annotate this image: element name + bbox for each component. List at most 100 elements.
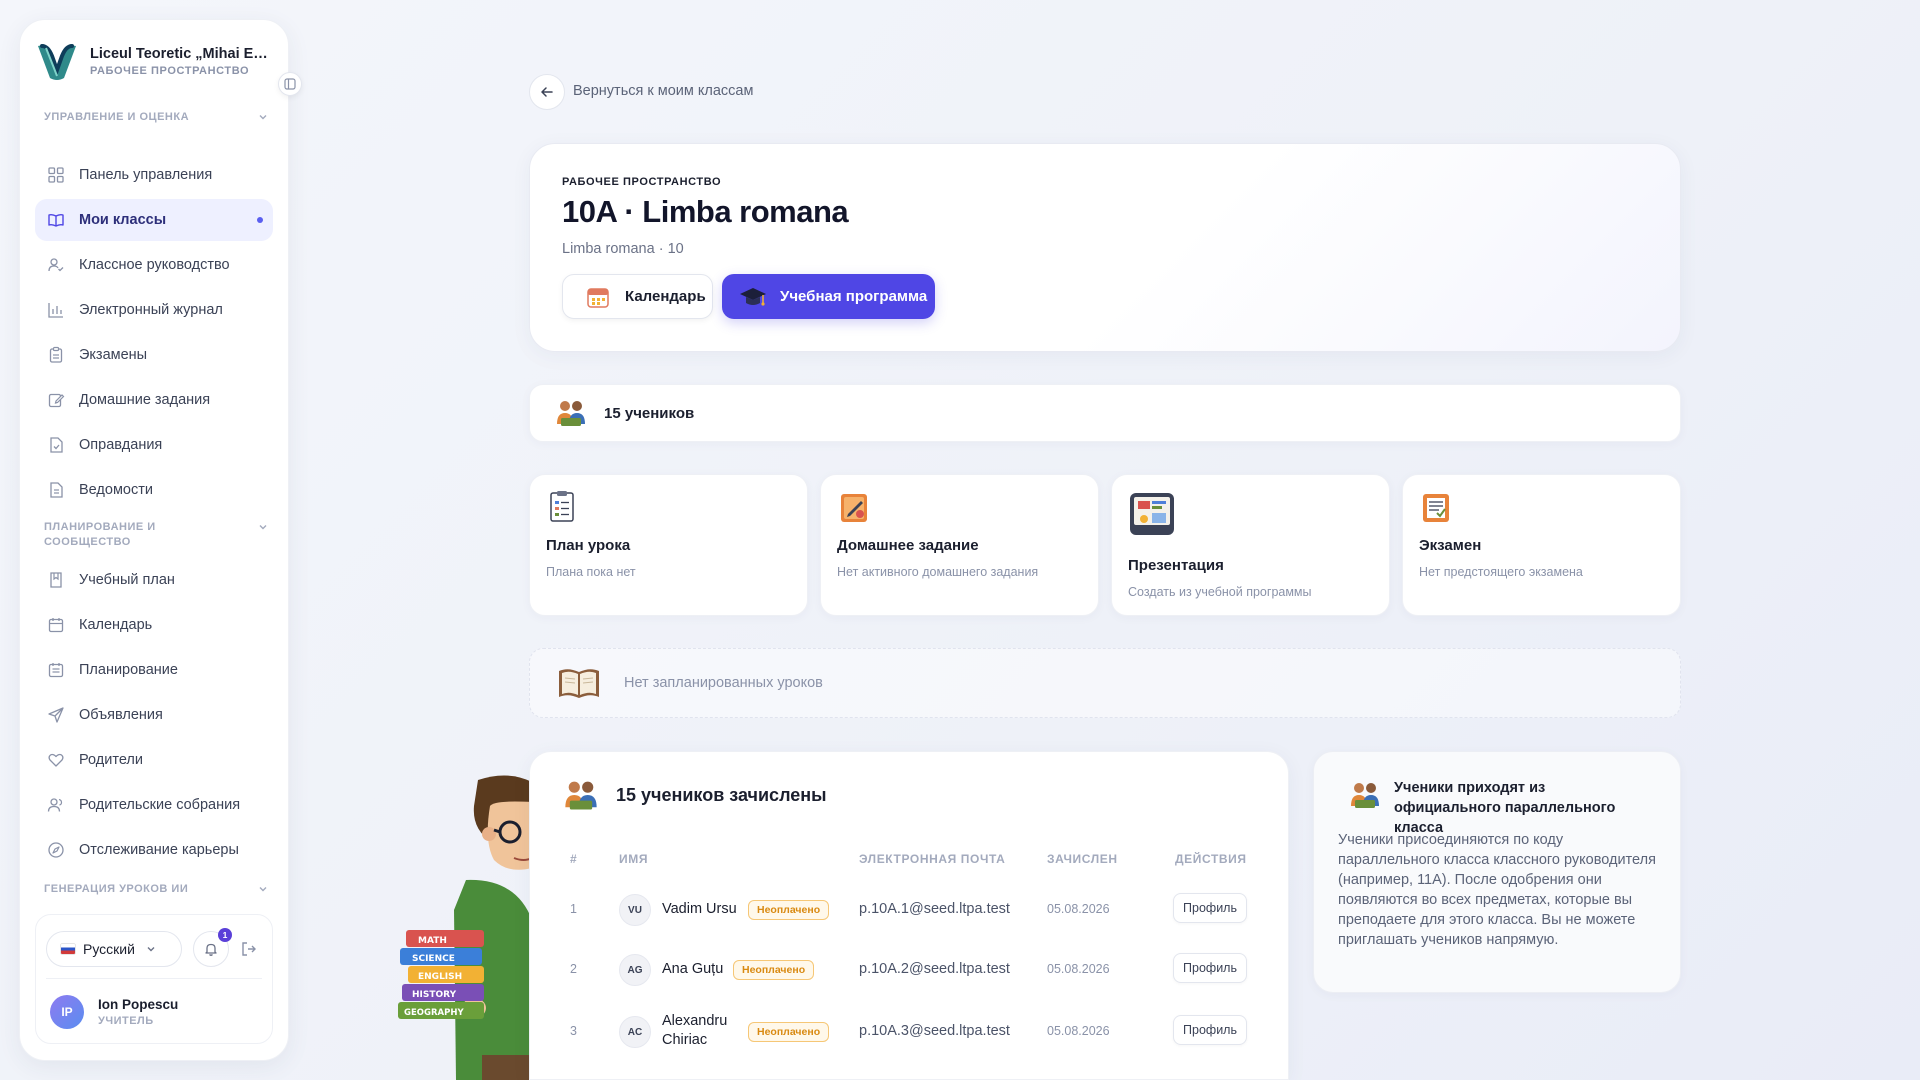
student-email: p.10A.1@seed.ltpa.test: [859, 901, 1010, 917]
user-avatar[interactable]: IP: [50, 995, 84, 1029]
user-name: Ion Popescu: [98, 997, 179, 1012]
row-number: 1: [570, 902, 577, 916]
unpaid-badge: Неоплачено: [733, 960, 815, 980]
sidebar-item-planning[interactable]: Планирование: [35, 649, 273, 691]
sidebar-item-my-classes[interactable]: Мои классы: [35, 199, 273, 241]
back-button[interactable]: [529, 74, 565, 110]
column-header-enrolled[interactable]: ЗАЧИСЛЕН: [1047, 852, 1118, 866]
sidebar-item-excuses[interactable]: Оправдания: [35, 424, 273, 466]
brand[interactable]: Liceul Teoretic „Mihai Eminescu” РАБОЧЕЕ…: [34, 38, 274, 84]
tile-homework[interactable]: Домашнее задание Нет активного домашнего…: [820, 474, 1099, 616]
notifications-button[interactable]: 1: [193, 928, 232, 967]
dashboard-icon: [48, 167, 64, 183]
calendar-list-icon: [48, 663, 64, 678]
profile-button[interactable]: Профиль: [1173, 953, 1247, 983]
section-header-planning[interactable]: ПЛАНИРОВАНИЕ И СООБЩЕСТВО: [44, 520, 269, 550]
file-text-icon: [50, 482, 63, 498]
enrolled-title: 15 учеников зачислены: [616, 784, 827, 805]
heart-icon: [48, 753, 64, 767]
graduation-cap-icon: [740, 287, 766, 306]
book-label: SCIENCE: [412, 954, 455, 964]
chevron-down-icon: [259, 887, 267, 892]
student-email: p.10A.3@seed.ltpa.test: [859, 1023, 1010, 1039]
student-name[interactable]: Ana Guțu: [662, 960, 723, 979]
user-role: УЧИТЕЛЬ: [98, 1015, 154, 1027]
book-label: MATH: [418, 936, 447, 946]
calendar-icon: [48, 618, 64, 633]
enrolled-header: 15 учеников зачислены: [562, 776, 827, 814]
language-select[interactable]: Русский: [46, 931, 182, 967]
tile-title: Презентация: [1128, 557, 1224, 574]
enrolled-date: 05.08.2026: [1047, 902, 1110, 916]
file-check-icon: [50, 437, 63, 453]
profile-button[interactable]: Профиль: [1173, 1015, 1247, 1045]
sidebar-item-calendar[interactable]: Календарь: [35, 604, 273, 646]
tile-title: Экзамен: [1419, 537, 1482, 554]
sidebar-item-curriculum[interactable]: Учебный план: [35, 559, 273, 601]
chevron-down-icon: [259, 115, 267, 120]
calendar-button[interactable]: Календарь: [562, 274, 713, 319]
tile-subtitle: Плана пока нет: [546, 565, 636, 579]
chevron-down-icon: [259, 525, 267, 530]
student-avatar: AG: [619, 954, 651, 986]
info-body: Ученики присоединяются по коду параллель…: [1338, 832, 1656, 948]
sidebar-item-gradebook[interactable]: Электронный журнал: [35, 289, 273, 331]
student-avatar: VU: [619, 894, 651, 926]
profile-button[interactable]: Профиль: [1173, 893, 1247, 923]
column-header-name[interactable]: ИМЯ: [619, 852, 648, 866]
class-header-card: РАБОЧЕЕ ПРОСТРАНСТВО 10A · Limba romana …: [529, 143, 1681, 352]
student-count-bar[interactable]: 15 учеников: [529, 384, 1681, 442]
open-book-icon: [559, 669, 599, 698]
students-group-icon: [1351, 783, 1379, 808]
unpaid-badge: Неоплачено: [748, 900, 830, 920]
sidebar-item-dashboard[interactable]: Панель управления: [35, 154, 273, 196]
sidebar-item-parent-meetings[interactable]: Родительские собрания: [35, 784, 273, 826]
teacher-mascot-illustration: MATH SCIENCE ENGLISH HISTORY GEOGRAPHY: [398, 775, 532, 1080]
enrolled-date: 05.08.2026: [1047, 962, 1110, 976]
book-icon: [50, 572, 62, 588]
panel-collapse-icon: [284, 78, 296, 90]
homework-icon: [841, 494, 867, 522]
sidebar: Liceul Teoretic „Mihai Eminescu” РАБОЧЕЕ…: [19, 19, 302, 1061]
sidebar-item-reports[interactable]: Ведомости: [35, 469, 273, 511]
enrolled-date: 05.08.2026: [1047, 1024, 1110, 1038]
tile-subtitle: Нет активного домашнего задания: [837, 565, 1039, 579]
tile-title: Домашнее задание: [837, 537, 979, 554]
arrow-left-icon: [541, 87, 553, 97]
sidebar-item-homework[interactable]: Домашние задания: [35, 379, 273, 421]
student-name[interactable]: Alexandru Chiriac: [662, 1012, 748, 1050]
student-email: p.10A.2@seed.ltpa.test: [859, 961, 1010, 977]
book-open-icon: [48, 213, 64, 227]
sidebar-item-announcements[interactable]: Объявления: [35, 694, 273, 736]
tile-presentation[interactable]: Презентация Создать из учебной программы: [1111, 474, 1390, 616]
no-scheduled-lessons: Нет запланированных уроков: [529, 648, 1681, 718]
tile-subtitle: Создать из учебной программы: [1128, 585, 1312, 599]
workspace-eyebrow: РАБОЧЕЕ ПРОСТРАНСТВО: [562, 176, 722, 188]
sidebar-collapse-button[interactable]: [278, 72, 302, 96]
school-name: Liceul Teoretic „Mihai Eminescu”: [90, 45, 270, 62]
tile-exam[interactable]: Экзамен Нет предстоящего экзамена: [1402, 474, 1681, 616]
sidebar-item-homeroom[interactable]: Классное руководство: [35, 244, 273, 286]
section-header-ai-lessons[interactable]: ГЕНЕРАЦИЯ УРОКОВ ИИ: [44, 882, 269, 897]
school-logo-icon: [38, 44, 76, 80]
send-icon: [48, 707, 64, 723]
curriculum-button[interactable]: Учебная программа: [722, 274, 935, 319]
book-label: HISTORY: [412, 990, 457, 1000]
tile-lesson-plan[interactable]: План урока Плана пока нет: [529, 474, 808, 616]
sidebar-item-exams[interactable]: Экзамены: [35, 334, 273, 376]
column-header-email[interactable]: ЭЛЕКТРОННАЯ ПОЧТА: [859, 852, 1005, 866]
back-link[interactable]: Вернуться к моим классам: [573, 83, 753, 99]
notification-count-badge: 1: [218, 928, 232, 942]
tile-subtitle: Нет предстоящего экзамена: [1419, 565, 1583, 579]
logout-icon[interactable]: [239, 939, 259, 959]
tile-title: План урока: [546, 537, 631, 554]
lesson-plan-icon: [550, 491, 574, 522]
students-group-icon: [565, 781, 597, 810]
student-name[interactable]: Vadim Ursu: [662, 900, 737, 919]
page-title: 10A · Limba romana: [562, 194, 849, 229]
sidebar-item-parents[interactable]: Родители: [35, 739, 273, 781]
unpaid-badge: Неоплачено: [748, 1022, 830, 1042]
section-header-management[interactable]: УПРАВЛЕНИЕ И ОЦЕНКА: [44, 110, 269, 125]
sidebar-item-career-tracking[interactable]: Отслеживание карьеры: [35, 829, 273, 871]
exam-icon: [1423, 494, 1449, 522]
